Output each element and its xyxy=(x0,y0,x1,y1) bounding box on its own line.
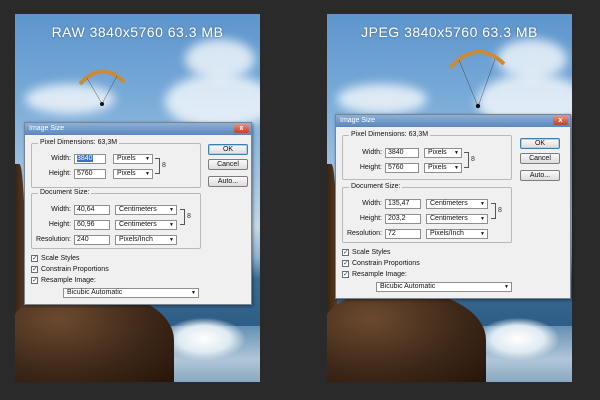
doc-height-input[interactable]: 203,2 xyxy=(385,214,421,224)
resolution-label: Resolution: xyxy=(346,230,382,237)
paraglider-icon xyxy=(448,49,506,109)
resolution-unit-select[interactable]: Pixels/Inch ▼ xyxy=(115,235,177,245)
height-unit-select[interactable]: Pixels ▼ xyxy=(424,163,462,173)
chevron-down-icon: ▼ xyxy=(169,222,174,228)
link-bracket xyxy=(491,203,496,219)
width-input[interactable]: 3840 xyxy=(74,154,106,164)
auto-button[interactable]: Auto... xyxy=(520,170,560,181)
group-label: Document Size: xyxy=(38,189,92,196)
height-input[interactable]: 5760 xyxy=(74,169,106,179)
checkbox-checked-icon xyxy=(31,265,38,273)
chevron-down-icon: ▼ xyxy=(169,207,174,213)
width-unit-select[interactable]: Pixels ▼ xyxy=(424,148,462,158)
doc-width-input[interactable]: 40,64 xyxy=(74,205,110,215)
cancel-button[interactable]: Cancel xyxy=(208,159,248,170)
doc-width-label: Width: xyxy=(51,206,71,213)
resample-method-select[interactable]: Bicubic Automatic ▼ xyxy=(376,282,512,292)
constrain-proportions-checkbox[interactable]: Constrain Proportions xyxy=(342,259,420,267)
height-input[interactable]: 5760 xyxy=(385,163,419,173)
image-size-dialog: Image Size x Pixel Dimensions: 63,3M Wid… xyxy=(24,122,252,305)
chevron-down-icon: ▼ xyxy=(191,290,196,296)
height-label: Height: xyxy=(48,170,71,177)
surf xyxy=(477,318,559,360)
checkbox-checked-icon xyxy=(342,270,349,278)
chevron-down-icon: ▼ xyxy=(454,150,459,156)
resample-image-checkbox[interactable]: Resample Image: xyxy=(31,276,96,284)
link-bracket xyxy=(155,158,160,174)
photo-caption: JPEG 3840x5760 63.3 MB xyxy=(361,24,538,40)
checkbox-checked-icon xyxy=(342,248,349,256)
cliff xyxy=(327,290,486,382)
chevron-down-icon: ▼ xyxy=(480,231,485,237)
image-size-dialog: Image Size x Pixel Dimensions: 63,3M Wid… xyxy=(335,114,571,299)
doc-width-input[interactable]: 135,47 xyxy=(385,199,421,209)
constrain-proportions-checkbox[interactable]: Constrain Proportions xyxy=(31,265,109,273)
height-unit-select[interactable]: Pixels ▼ xyxy=(113,169,153,179)
photo-caption: RAW 3840x5760 63.3 MB xyxy=(51,24,224,40)
group-label: Pixel Dimensions: 63,3M xyxy=(349,131,431,138)
dialog-titlebar[interactable]: Image Size x xyxy=(336,115,570,127)
comparison-stage: RAW 3840x5760 63.3 MB JPEG 3840x5760 63.… xyxy=(0,0,600,400)
chain-link-icon: 8 xyxy=(162,162,166,169)
chain-link-icon: 8 xyxy=(187,213,191,220)
height-label: Height: xyxy=(359,164,382,171)
auto-button[interactable]: Auto... xyxy=(208,176,248,187)
link-bracket xyxy=(464,152,469,168)
resolution-input[interactable]: 240 xyxy=(74,235,110,245)
chevron-down-icon: ▼ xyxy=(504,284,509,290)
ok-button[interactable]: OK xyxy=(208,144,248,155)
chevron-down-icon: ▼ xyxy=(454,165,459,171)
checkbox-checked-icon xyxy=(31,254,38,262)
group-label: Document Size: xyxy=(349,183,403,190)
doc-width-unit-select[interactable]: Centimeters ▼ xyxy=(115,205,177,215)
resample-method-select[interactable]: Bicubic Automatic ▼ xyxy=(63,288,199,298)
cloud xyxy=(337,84,427,114)
chain-link-icon: 8 xyxy=(471,156,475,163)
cloud xyxy=(497,39,567,79)
resolution-input[interactable]: 72 xyxy=(385,229,421,239)
scale-styles-checkbox[interactable]: Scale Styles xyxy=(31,254,80,262)
dialog-title: Image Size xyxy=(29,125,65,132)
cloud xyxy=(165,74,260,129)
dialog-title: Image Size xyxy=(340,117,376,124)
chevron-down-icon: ▼ xyxy=(480,216,485,222)
checkbox-checked-icon xyxy=(31,276,38,284)
chevron-down-icon: ▼ xyxy=(480,201,485,207)
doc-height-label: Height: xyxy=(359,215,382,222)
close-icon[interactable]: x xyxy=(553,116,568,125)
dialog-titlebar[interactable]: Image Size x xyxy=(25,123,251,135)
width-label: Width: xyxy=(362,149,382,156)
chain-link-icon: 8 xyxy=(498,207,502,214)
resolution-unit-select[interactable]: Pixels/Inch ▼ xyxy=(426,229,488,239)
cloud xyxy=(185,39,255,79)
width-unit-select[interactable]: Pixels ▼ xyxy=(113,154,153,164)
width-input[interactable]: 3840 xyxy=(385,148,419,158)
doc-height-unit-select[interactable]: Centimeters ▼ xyxy=(115,220,177,230)
cancel-button[interactable]: Cancel xyxy=(520,153,560,164)
chevron-down-icon: ▼ xyxy=(145,156,150,162)
close-icon[interactable]: x xyxy=(234,124,249,133)
doc-height-input[interactable]: 60,96 xyxy=(74,220,110,230)
doc-width-label: Width: xyxy=(362,200,382,207)
doc-height-label: Height: xyxy=(48,221,71,228)
chevron-down-icon: ▼ xyxy=(169,237,174,243)
checkbox-checked-icon xyxy=(342,259,349,267)
link-bracket xyxy=(180,209,185,225)
surf xyxy=(163,318,245,360)
doc-height-unit-select[interactable]: Centimeters ▼ xyxy=(426,214,488,224)
doc-width-unit-select[interactable]: Centimeters ▼ xyxy=(426,199,488,209)
group-label: Pixel Dimensions: 63,3M xyxy=(38,139,120,146)
scale-styles-checkbox[interactable]: Scale Styles xyxy=(342,248,391,256)
width-label: Width: xyxy=(51,155,71,162)
resolution-label: Resolution: xyxy=(35,236,71,243)
chevron-down-icon: ▼ xyxy=(145,171,150,177)
resample-image-checkbox[interactable]: Resample Image: xyxy=(342,270,407,278)
ok-button[interactable]: OK xyxy=(520,138,560,149)
paraglider-icon xyxy=(78,69,126,106)
pixel-dimensions-group: Pixel Dimensions: 63,3M xyxy=(31,139,201,188)
